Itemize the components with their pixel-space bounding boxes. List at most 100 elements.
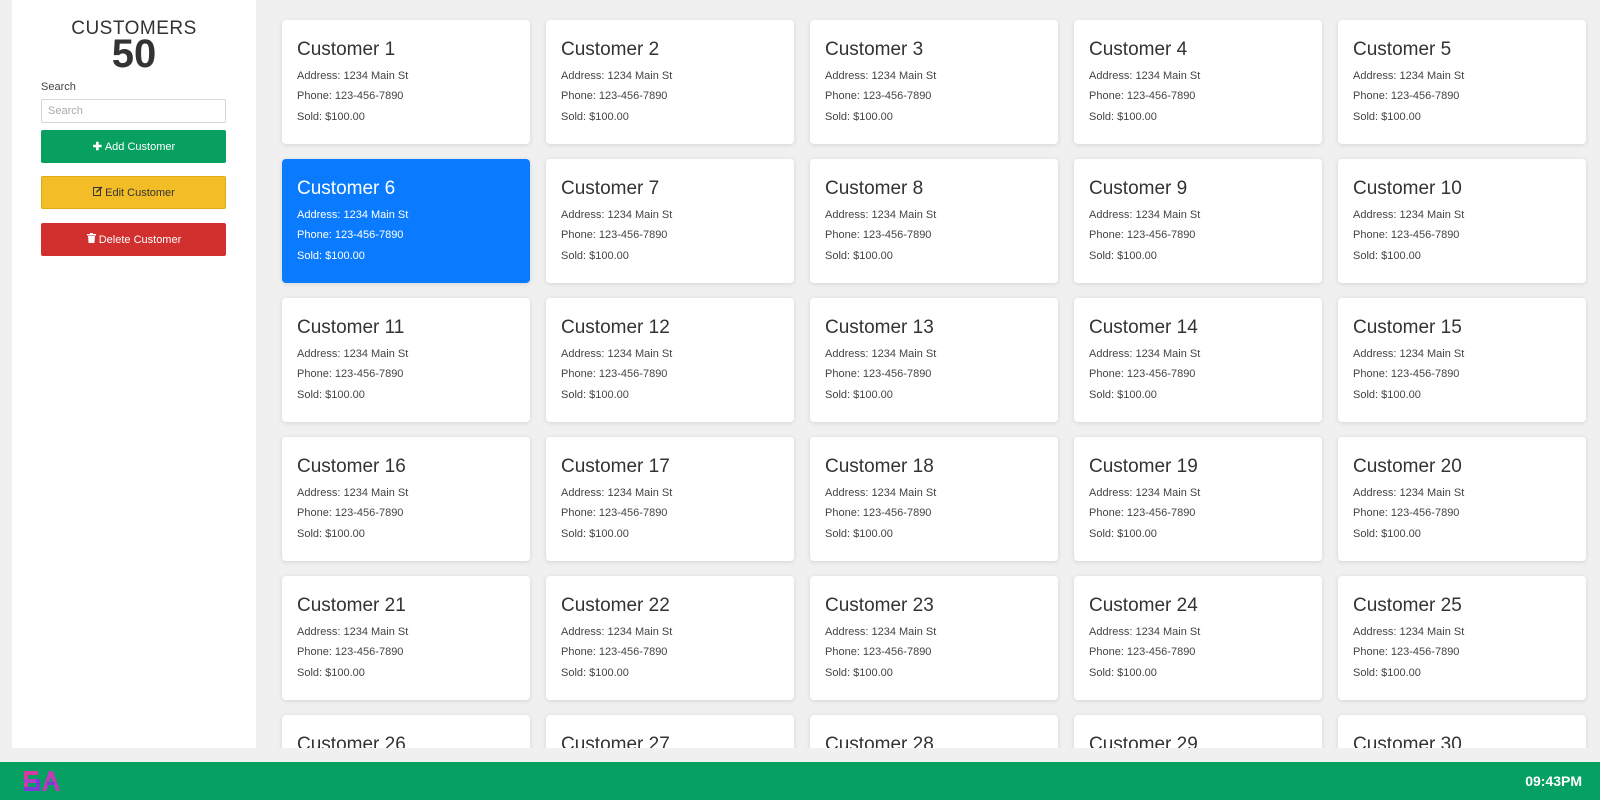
customer-card[interactable]: Customer 15 Address: 1234 Main St Phone: 1… [1338, 298, 1586, 422]
customer-card[interactable]: Customer 11 Address: 1234 Main St Phone: 1… [282, 298, 530, 422]
customer-card[interactable]: Customer 7 Address: 1234 Main St Phone: 12… [546, 159, 794, 283]
customer-card[interactable]: Customer 20 Address: 1234 Main St Phone: 1… [1338, 437, 1586, 561]
customer-card[interactable]: Customer 5 Address: 1234 Main St Phone: 12… [1338, 20, 1586, 144]
customer-address: Address: 1234 Main St [1353, 348, 1465, 360]
customer-card[interactable]: Customer 19 Address: 1234 Main St Phone: 1… [1074, 437, 1322, 561]
customer-phone: Phone: 123-456-7890 [561, 229, 668, 241]
customer-address: Address: 1234 Main St [561, 626, 673, 638]
customer-card[interactable]: Customer 4 Address: 1234 Main St Phone: 12… [1074, 20, 1322, 144]
customer-card[interactable]: Customer 16 Address: 1234 Main St Phone: 1… [282, 437, 530, 561]
customer-address: Address: 1234 Main St [825, 626, 937, 638]
customer-phone: Phone: 123-456-7890 [1353, 229, 1460, 241]
customer-address: Address: 1234 Main St [1353, 626, 1465, 638]
customer-card[interactable]: Customer 2 Address: 1234 Main St Phone: 12… [546, 20, 794, 144]
customer-sold: Sold: $100.00 [1353, 250, 1421, 262]
customer-address: Address: 1234 Main St [825, 487, 937, 499]
customer-card[interactable]: Customer 13 Address: 1234 Main St Phone: 1… [810, 298, 1058, 422]
customer-phone: Phone: 123-456-7890 [1089, 368, 1196, 380]
customer-card[interactable]: Customer 25 Address: 1234 Main St Phone: 1… [1338, 576, 1586, 700]
customer-sold: Sold: $100.00 [825, 250, 893, 262]
customer-phone: Phone: 123-456-7890 [1089, 507, 1196, 519]
customer-name: Customer 12 [561, 317, 670, 338]
customer-card[interactable]: Customer 3 Address: 1234 Main St Phone: 12… [810, 20, 1058, 144]
customer-sold: Sold: $100.00 [825, 389, 893, 401]
customer-card[interactable]: Customer 17 Address: 1234 Main St Phone: 1… [546, 437, 794, 561]
customer-name: Customer 26 [297, 734, 406, 748]
customer-address: Address: 1234 Main St [297, 487, 409, 499]
customer-card[interactable]: Customer 22 Address: 1234 Main St Phone: 1… [546, 576, 794, 700]
customer-name: Customer 20 [1353, 456, 1462, 477]
customer-name: Customer 24 [1089, 595, 1198, 616]
customer-sold: Sold: $100.00 [561, 667, 629, 679]
customer-address: Address: 1234 Main St [1089, 70, 1201, 82]
customer-phone: Phone: 123-456-7890 [1089, 90, 1196, 102]
customer-name: Customer 25 [1353, 595, 1462, 616]
customer-name: Customer 14 [1089, 317, 1198, 338]
customer-address: Address: 1234 Main St [1353, 209, 1465, 221]
customer-card[interactable]: Customer 29 [1074, 715, 1322, 748]
customer-card[interactable]: Customer 10 Address: 1234 Main St Phone: 1… [1338, 159, 1586, 283]
customer-card[interactable]: Customer 30 [1338, 715, 1586, 748]
customer-address: Address: 1234 Main St [825, 70, 937, 82]
customer-name: Customer 17 [561, 456, 670, 477]
customer-card[interactable]: Customer 26 [282, 715, 530, 748]
customer-address: Address: 1234 Main St [297, 626, 409, 638]
customer-name: Customer 16 [297, 456, 406, 477]
customer-address: Address: 1234 Main St [825, 348, 937, 360]
customer-name: Customer 4 [1089, 39, 1188, 60]
customer-phone: Phone: 123-456-7890 [297, 507, 404, 519]
sidebar: CUSTOMERS 50 Search ✚ Add Customer Edit … [12, 0, 256, 748]
edit-icon [92, 186, 103, 199]
customer-address: Address: 1234 Main St [297, 348, 409, 360]
customer-sold: Sold: $100.00 [1089, 667, 1157, 679]
customer-name: Customer 10 [1353, 178, 1462, 199]
customer-name: Customer 19 [1089, 456, 1198, 477]
customer-phone: Phone: 123-456-7890 [561, 90, 668, 102]
customer-card[interactable]: Customer 28 [810, 715, 1058, 748]
customer-sold: Sold: $100.00 [825, 667, 893, 679]
customer-phone: Phone: 123-456-7890 [825, 646, 932, 658]
customer-card[interactable]: Customer 18 Address: 1234 Main St Phone: 1… [810, 437, 1058, 561]
customer-phone: Phone: 123-456-7890 [561, 368, 668, 380]
customer-phone: Phone: 123-456-7890 [1089, 646, 1196, 658]
customer-sold: Sold: $100.00 [825, 528, 893, 540]
customer-phone: Phone: 123-456-7890 [825, 90, 932, 102]
customer-card[interactable]: Customer 8 Address: 1234 Main St Phone: 12… [810, 159, 1058, 283]
customer-name: Customer 15 [1353, 317, 1462, 338]
add-customer-button[interactable]: ✚ Add Customer [41, 130, 226, 163]
customer-card[interactable]: Customer 12 Address: 1234 Main St Phone: 1… [546, 298, 794, 422]
customer-phone: Phone: 123-456-7890 [297, 90, 404, 102]
customer-name: Customer 7 [561, 178, 660, 199]
customer-card[interactable]: Customer 14 Address: 1234 Main St Phone: 1… [1074, 298, 1322, 422]
customer-card[interactable]: Customer 9 Address: 1234 Main St Phone: 12… [1074, 159, 1322, 283]
customer-phone: Phone: 123-456-7890 [1089, 229, 1196, 241]
customer-sold: Sold: $100.00 [297, 528, 365, 540]
search-input[interactable] [41, 99, 226, 123]
edit-customer-button[interactable]: Edit Customer [41, 176, 226, 209]
customer-address: Address: 1234 Main St [1353, 70, 1465, 82]
customer-name: Customer 13 [825, 317, 934, 338]
search-label: Search [41, 81, 76, 93]
customer-card[interactable]: Customer 24 Address: 1234 Main St Phone: 1… [1074, 576, 1322, 700]
customer-name: Customer 21 [297, 595, 406, 616]
delete-customer-button[interactable]: Delete Customer [41, 223, 226, 256]
customer-card[interactable]: Customer 23 Address: 1234 Main St Phone: 1… [810, 576, 1058, 700]
customer-phone: Phone: 123-456-7890 [561, 646, 668, 658]
customer-card[interactable]: Customer 1 Address: 1234 Main St Phone: 12… [282, 20, 530, 144]
customer-card[interactable]: Customer 6 Address: 1234 Main St Phone: 12… [282, 159, 530, 283]
customer-card[interactable]: Customer 21 Address: 1234 Main St Phone: 1… [282, 576, 530, 700]
customer-address: Address: 1234 Main St [1089, 626, 1201, 638]
customer-name: Customer 29 [1089, 734, 1198, 748]
customer-name: Customer 2 [561, 39, 660, 60]
customer-address: Address: 1234 Main St [1089, 209, 1201, 221]
customer-name: Customer 30 [1353, 734, 1462, 748]
customer-count: 50 [111, 32, 157, 76]
customer-name: Customer 8 [825, 178, 924, 199]
clock: 09:43PM [1525, 773, 1582, 789]
customer-address: Address: 1234 Main St [297, 209, 409, 221]
customer-name: Customer 11 [297, 317, 405, 338]
customer-card[interactable]: Customer 27 [546, 715, 794, 748]
customer-address: Address: 1234 Main St [1353, 487, 1465, 499]
delete-customer-label: Delete Customer [98, 233, 182, 246]
customer-name: Customer 6 [297, 178, 396, 199]
